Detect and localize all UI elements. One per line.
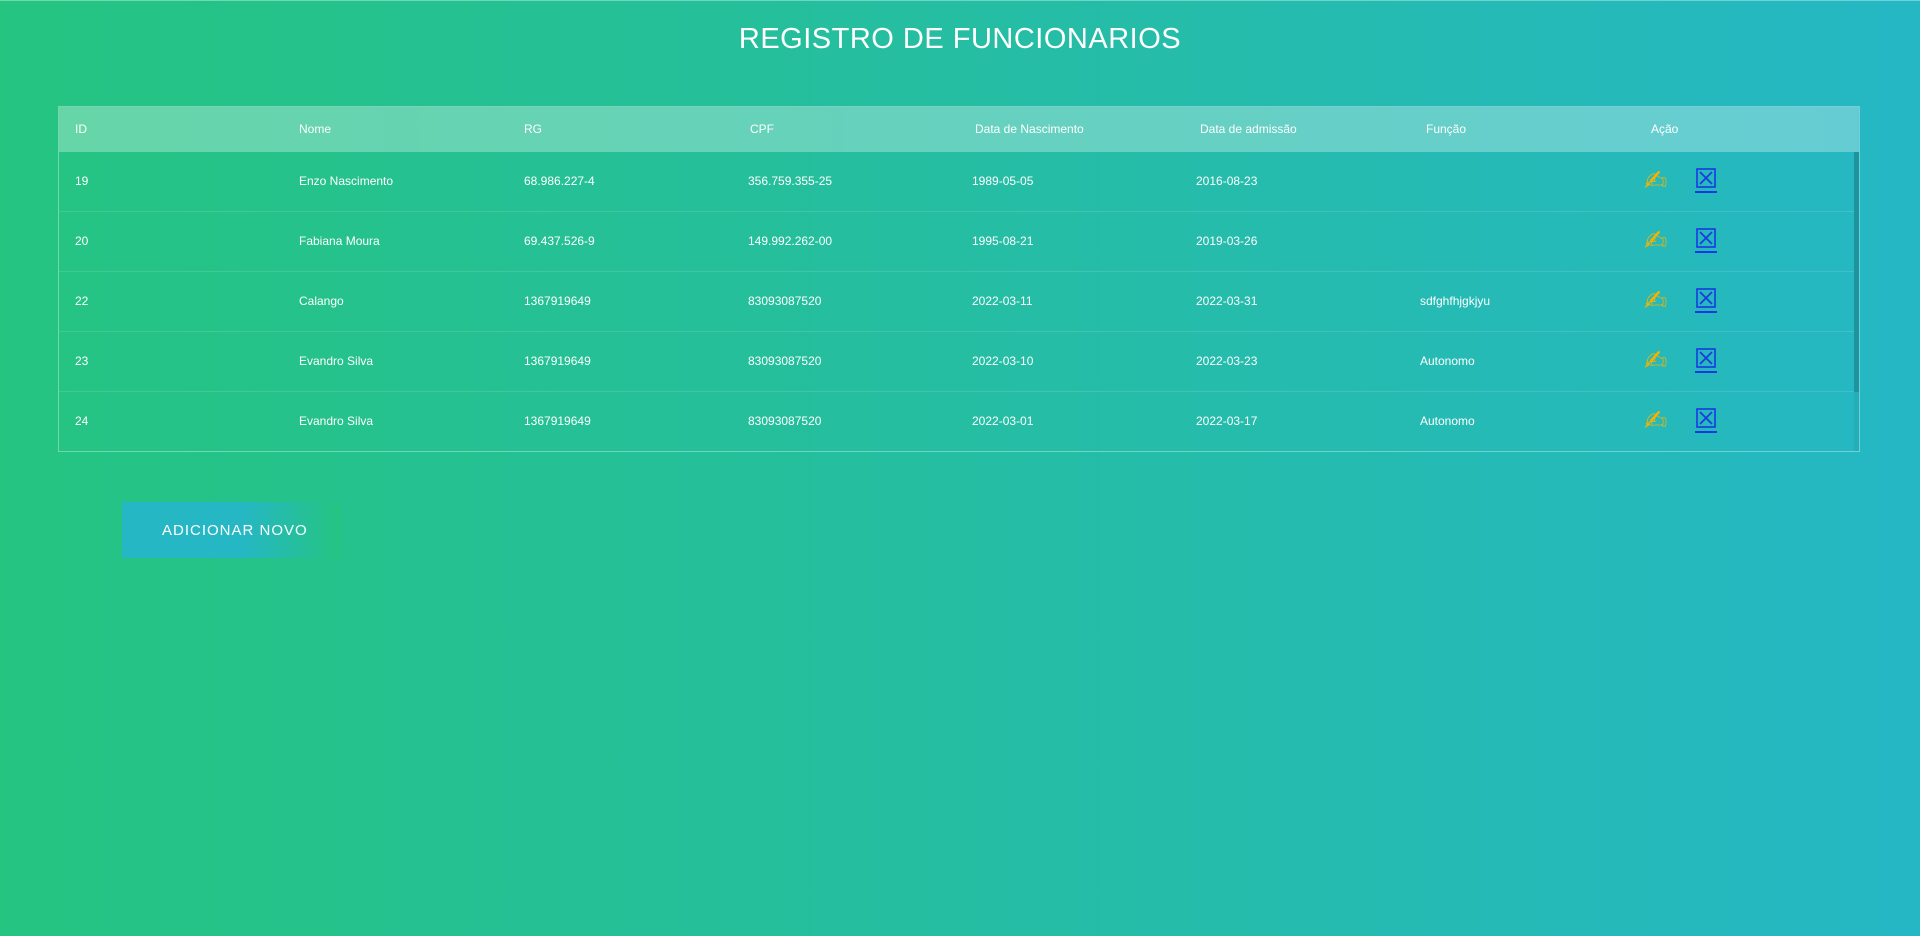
cell-data-admissao: 2022-03-23 (1196, 354, 1258, 368)
top-divider (0, 0, 1920, 1)
scrollbar-thumb[interactable] (1854, 152, 1859, 392)
header-nome: Nome (299, 122, 332, 136)
cell-data-admissao: 2019-03-26 (1196, 234, 1258, 248)
cell-id: 22 (75, 294, 89, 308)
link-underline (1695, 191, 1717, 193)
cell-id: 24 (75, 414, 89, 428)
cell-rg: 1367919649 (524, 414, 591, 428)
table-row: 20 Fabiana Moura 69.437.526-9 149.992.26… (59, 212, 1854, 272)
ballot-x-icon[interactable] (1695, 168, 1717, 193)
cell-nome: Evandro Silva (299, 354, 374, 368)
header-id: ID (75, 122, 87, 136)
table-row: 19 Enzo Nascimento 68.986.227-4 356.759.… (59, 152, 1854, 212)
header-data-nascimento: Data de Nascimento (975, 122, 1084, 136)
cell-rg: 69.437.526-9 (524, 234, 595, 248)
cell-data-admissao: 2022-03-17 (1196, 414, 1258, 428)
link-underline (1695, 371, 1717, 373)
cell-data-admissao: 2022-03-31 (1196, 294, 1258, 308)
header-cpf: CPF (750, 122, 774, 136)
cell-funcao: Autonomo (1420, 414, 1475, 428)
ballot-x-icon[interactable] (1695, 288, 1717, 313)
writing-hand-icon[interactable]: ✍ (1644, 226, 1667, 256)
header-acao: Ação (1651, 122, 1679, 136)
ballot-x-icon[interactable] (1695, 348, 1717, 373)
link-underline (1695, 431, 1717, 433)
cell-data-nascimento: 1989-05-05 (972, 174, 1034, 188)
cell-nome: Fabiana Moura (299, 234, 380, 248)
writing-hand-icon[interactable]: ✍ (1644, 286, 1667, 316)
cell-funcao: Autonomo (1420, 354, 1475, 368)
writing-hand-icon[interactable]: ✍ (1644, 406, 1667, 436)
table-header: ID Nome RG CPF Data de Nascimento Data d… (59, 107, 1859, 152)
cell-cpf: 83093087520 (748, 294, 822, 308)
cell-rg: 68.986.227-4 (524, 174, 595, 188)
cell-id: 20 (75, 234, 89, 248)
cell-id: 19 (75, 174, 89, 188)
cell-data-nascimento: 2022-03-11 (972, 294, 1033, 308)
cell-id: 23 (75, 354, 89, 368)
table-body[interactable]: 19 Enzo Nascimento 68.986.227-4 356.759.… (59, 152, 1859, 451)
link-underline (1695, 251, 1717, 253)
cell-data-nascimento: 2022-03-10 (972, 354, 1034, 368)
header-rg: RG (524, 122, 542, 136)
ballot-x-icon[interactable] (1695, 228, 1717, 253)
table-row: 23 Evandro Silva 1367919649 83093087520 … (59, 332, 1854, 392)
cell-cpf: 356.759.355-25 (748, 174, 833, 188)
header-funcao: Função (1426, 122, 1467, 136)
page-title: REGISTRO DE FUNCIONARIOS (738, 23, 1182, 55)
cell-cpf: 83093087520 (748, 414, 822, 428)
cell-data-nascimento: 1995-08-21 (972, 234, 1034, 248)
cell-nome: Evandro Silva (299, 414, 374, 428)
cell-rg: 1367919649 (524, 354, 591, 368)
cell-data-admissao: 2016-08-23 (1196, 174, 1258, 188)
ballot-x-icon[interactable] (1695, 408, 1717, 433)
table-scrollbar[interactable] (1854, 152, 1859, 451)
cell-rg: 1367919649 (524, 294, 591, 308)
cell-nome: Calango (299, 294, 344, 308)
header-data-admissao: Data de admissão (1200, 122, 1297, 136)
table-row: 24 Evandro Silva 1367919649 83093087520 … (59, 392, 1854, 451)
cell-funcao: sdfghfhjgkjyu (1420, 294, 1491, 308)
cell-data-nascimento: 2022-03-01 (972, 414, 1034, 428)
cell-nome: Enzo Nascimento (299, 174, 394, 188)
add-new-button[interactable]: ADICIONAR NOVO (122, 502, 340, 558)
writing-hand-icon[interactable]: ✍ (1644, 166, 1667, 196)
cell-cpf: 149.992.262-00 (748, 234, 833, 248)
link-underline (1695, 311, 1717, 313)
table-row: 22 Calango 1367919649 83093087520 2022-0… (59, 272, 1854, 332)
cell-cpf: 83093087520 (748, 354, 822, 368)
employees-table: ID Nome RG CPF Data de Nascimento Data d… (58, 106, 1860, 452)
writing-hand-icon[interactable]: ✍ (1644, 346, 1667, 376)
